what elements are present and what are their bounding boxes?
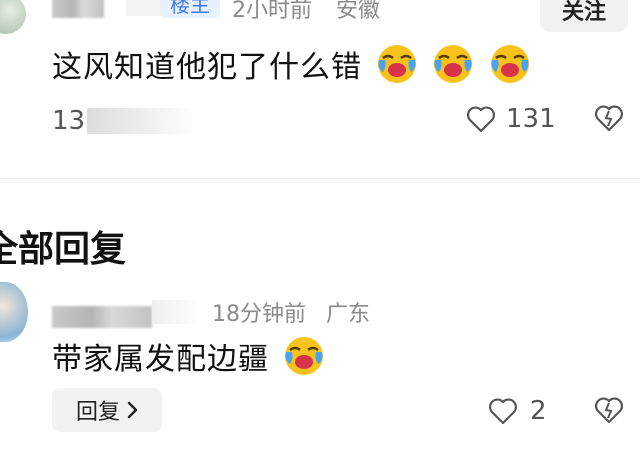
reply-dislike-button[interactable] (594, 396, 624, 424)
author-badge: 楼主 (160, 0, 220, 18)
reply-button-label: 回复 (75, 400, 120, 425)
like-button[interactable]: 131 (466, 104, 556, 134)
broken-heart-icon (595, 105, 623, 132)
laughing-crying-emoji-icon (434, 45, 473, 83)
comment-time: 2小时前 (232, 0, 312, 23)
author-avatar[interactable] (0, 0, 26, 34)
broken-heart-icon (595, 397, 623, 424)
comment-text-body: 这风知道他犯了什么错 (52, 50, 362, 85)
chevron-right-icon (127, 401, 138, 419)
like-count: 131 (506, 104, 556, 134)
reply-text-body: 带家属发配边疆 (52, 342, 269, 377)
reply-time: 18分钟前 (212, 302, 306, 327)
dislike-button[interactable] (594, 104, 624, 132)
follow-button-label: 关注 (561, 0, 606, 25)
reply-like-button[interactable]: 2 (488, 396, 547, 426)
follow-button[interactable]: 关注 (540, 0, 628, 32)
reply-author-name[interactable] (52, 306, 152, 328)
section-title: 全部回复 (0, 229, 127, 270)
reply-author-name-fade (152, 300, 202, 324)
reply-location: 广东 (326, 302, 371, 327)
reply-author-avatar[interactable] (0, 282, 28, 342)
comment-location: 安徽 (336, 0, 381, 23)
comment-text: 这风知道他犯了什么错 (52, 42, 532, 86)
reply-count-value: 13 (52, 106, 86, 136)
laughing-crying-emoji-icon (490, 45, 529, 83)
laughing-crying-emoji-icon (284, 337, 323, 375)
heart-outline-icon (489, 398, 517, 425)
heart-outline-icon (467, 106, 495, 133)
author-name[interactable] (52, 0, 104, 18)
section-divider (0, 178, 640, 179)
reply-like-count: 2 (530, 396, 547, 426)
author-badge-label: 楼主 (170, 0, 210, 17)
reply-button[interactable]: 回复 (52, 388, 162, 432)
laughing-crying-emoji-icon (377, 45, 416, 83)
reply-count[interactable]: 13 (52, 106, 198, 136)
reply-count-blur (87, 108, 198, 134)
reply-text: 带家属发配边疆 (52, 334, 326, 378)
